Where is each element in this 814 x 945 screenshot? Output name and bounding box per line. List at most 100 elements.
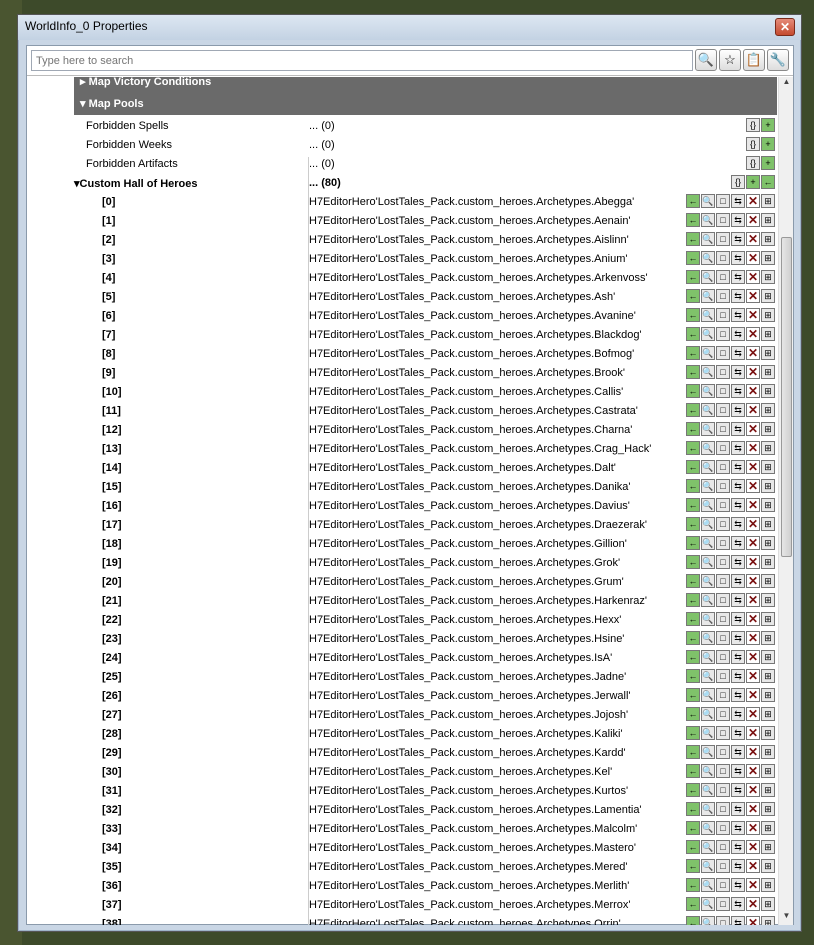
use-selected-icon[interactable]: ← [686,194,700,208]
hero-row[interactable]: [29] H7EditorHero'LostTales_Pack.custom_h… [74,744,777,763]
clear-icon[interactable]: □ [716,897,730,911]
browse-icon[interactable]: 🔍 [701,859,715,873]
hero-reference-value[interactable]: H7EditorHero'LostTales_Pack.custom_heroe… [309,918,621,925]
array-icon[interactable]: {} [746,156,760,170]
clear-icon[interactable]: □ [716,213,730,227]
star-icon[interactable]: ☆ [719,49,741,71]
insert-icon[interactable]: ⊞ [761,365,775,379]
array-icon[interactable]: {} [746,137,760,151]
hero-row[interactable]: [34] H7EditorHero'LostTales_Pack.custom_h… [74,839,777,858]
copy-icon[interactable]: ⇆ [731,859,745,873]
insert-icon[interactable]: ⊞ [761,745,775,759]
delete-icon[interactable]: ✕ [746,365,760,379]
browse-icon[interactable]: 🔍 [701,498,715,512]
copy-icon[interactable]: ⇆ [731,365,745,379]
wrench-icon[interactable]: 🔧 [767,49,789,71]
delete-icon[interactable]: ✕ [746,726,760,740]
delete-icon[interactable]: ✕ [746,555,760,569]
copy-icon[interactable]: ⇆ [731,631,745,645]
clear-icon[interactable]: □ [716,707,730,721]
insert-icon[interactable]: ⊞ [761,460,775,474]
copy-icon[interactable]: ⇆ [731,346,745,360]
insert-icon[interactable]: ⊞ [761,251,775,265]
browse-icon[interactable]: 🔍 [701,593,715,607]
hero-reference-value[interactable]: H7EditorHero'LostTales_Pack.custom_heroe… [309,785,628,797]
hero-reference-value[interactable]: H7EditorHero'LostTales_Pack.custom_heroe… [309,272,648,284]
search-input[interactable] [31,50,693,71]
hero-reference-value[interactable]: H7EditorHero'LostTales_Pack.custom_heroe… [309,823,637,835]
browse-icon[interactable]: 🔍 [701,802,715,816]
insert-icon[interactable]: ⊞ [761,707,775,721]
insert-icon[interactable]: ⊞ [761,916,775,925]
use-selected-icon[interactable]: ← [686,897,700,911]
hero-reference-value[interactable]: H7EditorHero'LostTales_Pack.custom_heroe… [309,348,634,360]
insert-icon[interactable]: ⊞ [761,688,775,702]
use-selected-icon[interactable]: ← [686,251,700,265]
delete-icon[interactable]: ✕ [746,612,760,626]
use-selected-icon[interactable]: ← [686,460,700,474]
hero-row[interactable]: [18] H7EditorHero'LostTales_Pack.custom_h… [74,535,777,554]
copy-icon[interactable]: ⇆ [731,213,745,227]
copy-icon[interactable]: ⇆ [731,232,745,246]
browse-icon[interactable]: 🔍 [701,574,715,588]
use-selected-icon[interactable]: ← [686,574,700,588]
delete-icon[interactable]: ✕ [746,460,760,474]
hero-reference-value[interactable]: H7EditorHero'LostTales_Pack.custom_heroe… [309,652,612,664]
copy-icon[interactable]: ⇆ [731,498,745,512]
browse-icon[interactable]: 🔍 [701,194,715,208]
hero-reference-value[interactable]: H7EditorHero'LostTales_Pack.custom_heroe… [309,500,630,512]
hero-row[interactable]: [38] H7EditorHero'LostTales_Pack.custom_h… [74,915,777,925]
use-selected-icon[interactable]: ← [686,688,700,702]
use-selected-icon[interactable]: ← [686,270,700,284]
use-selected-icon[interactable]: ← [686,593,700,607]
insert-icon[interactable]: ⊞ [761,783,775,797]
hero-row[interactable]: [10] H7EditorHero'LostTales_Pack.custom_h… [74,383,777,402]
array-icon[interactable]: {} [731,175,745,189]
hero-reference-value[interactable]: H7EditorHero'LostTales_Pack.custom_heroe… [309,481,631,493]
use-selected-icon[interactable]: ← [686,707,700,721]
insert-icon[interactable]: ⊞ [761,517,775,531]
copy-icon[interactable]: ⇆ [731,194,745,208]
browse-icon[interactable]: 🔍 [701,669,715,683]
delete-icon[interactable]: ✕ [746,384,760,398]
use-selected-icon[interactable]: ← [686,365,700,379]
hero-row[interactable]: [5] H7EditorHero'LostTales_Pack.custom_he… [74,288,777,307]
browse-icon[interactable]: 🔍 [701,403,715,417]
copy-icon[interactable]: ⇆ [731,764,745,778]
scroll-thumb[interactable] [781,237,792,557]
browse-icon[interactable]: 🔍 [701,821,715,835]
hero-row[interactable]: [27] H7EditorHero'LostTales_Pack.custom_h… [74,706,777,725]
browse-icon[interactable]: 🔍 [701,536,715,550]
insert-icon[interactable]: ⊞ [761,270,775,284]
hero-row[interactable]: [36] H7EditorHero'LostTales_Pack.custom_h… [74,877,777,896]
hero-row[interactable]: [11] H7EditorHero'LostTales_Pack.custom_h… [74,402,777,421]
copy-icon[interactable]: ⇆ [731,555,745,569]
property-row[interactable]: Forbidden Spells ... (0) {} + [74,117,777,136]
hero-row[interactable]: [13] H7EditorHero'LostTales_Pack.custom_h… [74,440,777,459]
browse-icon[interactable]: 🔍 [701,479,715,493]
add-icon[interactable]: + [761,137,775,151]
insert-icon[interactable]: ⊞ [761,289,775,303]
hero-row[interactable]: [16] H7EditorHero'LostTales_Pack.custom_h… [74,497,777,516]
hero-reference-value[interactable]: H7EditorHero'LostTales_Pack.custom_heroe… [309,804,642,816]
hero-reference-value[interactable]: H7EditorHero'LostTales_Pack.custom_heroe… [309,671,626,683]
insert-icon[interactable]: ⊞ [761,384,775,398]
hero-row[interactable]: [37] H7EditorHero'LostTales_Pack.custom_h… [74,896,777,915]
clear-icon[interactable]: □ [716,498,730,512]
copy-icon[interactable]: ⇆ [731,270,745,284]
insert-icon[interactable]: ⊞ [761,346,775,360]
browse-icon[interactable]: 🔍 [701,878,715,892]
copy-icon[interactable]: ⇆ [731,821,745,835]
hero-reference-value[interactable]: H7EditorHero'LostTales_Pack.custom_heroe… [309,215,631,227]
delete-icon[interactable]: ✕ [746,631,760,645]
hero-reference-value[interactable]: H7EditorHero'LostTales_Pack.custom_heroe… [309,747,626,759]
hero-reference-value[interactable]: H7EditorHero'LostTales_Pack.custom_heroe… [309,576,624,588]
browse-icon[interactable]: 🔍 [701,251,715,265]
copy-icon[interactable]: ⇆ [731,897,745,911]
use-selected-icon[interactable]: ← [686,612,700,626]
search-icon[interactable]: 🔍 [695,49,717,71]
delete-icon[interactable]: ✕ [746,441,760,455]
browse-icon[interactable]: 🔍 [701,213,715,227]
hero-reference-value[interactable]: H7EditorHero'LostTales_Pack.custom_heroe… [309,367,625,379]
hero-row[interactable]: [7] H7EditorHero'LostTales_Pack.custom_he… [74,326,777,345]
